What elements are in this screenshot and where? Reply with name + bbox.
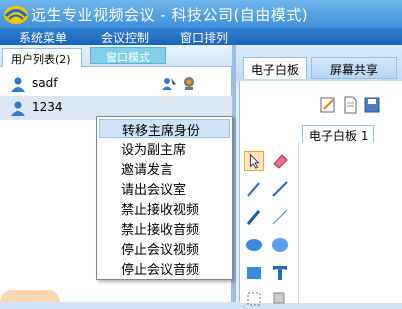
menu-bar: 系统菜单 会议控制 窗口排列 bbox=[0, 28, 402, 45]
user-icon bbox=[11, 77, 25, 92]
decorative-shape bbox=[0, 290, 60, 302]
menu-item-block-audio[interactable]: 禁止接收音频 bbox=[99, 219, 230, 238]
app-logo-icon bbox=[4, 6, 28, 24]
menu-system[interactable]: 系统菜单 bbox=[19, 29, 67, 46]
user-row[interactable]: sadf bbox=[0, 72, 232, 96]
title-bar: 远生专业视频会议 - 科技公司(自由模式) bbox=[0, 0, 402, 28]
camera-icon[interactable] bbox=[181, 75, 197, 91]
menu-item-block-video[interactable]: 禁止接收视频 bbox=[99, 199, 230, 218]
brush-icon[interactable] bbox=[244, 207, 264, 227]
whiteboard-canvas[interactable] bbox=[298, 143, 402, 303]
menu-item-stop-meeting-video[interactable]: 停止会议视频 bbox=[99, 239, 230, 258]
user-name: sadf bbox=[32, 76, 58, 90]
menu-item-remove-from-room[interactable]: 请出会议室 bbox=[99, 179, 230, 198]
tab-window-mode[interactable]: 窗口模式 bbox=[90, 47, 166, 64]
right-panel-tabs: 电子白板 屏幕共享 bbox=[233, 45, 402, 81]
window-title: 远生专业视频会议 - 科技公司(自由模式) bbox=[31, 6, 309, 24]
left-panel-tabs: 用户列表(2) 窗口模式 bbox=[0, 45, 232, 67]
crop-icon[interactable] bbox=[244, 289, 264, 309]
menu-window-arrange[interactable]: 窗口排列 bbox=[180, 29, 228, 46]
user-context-menu: 转移主席身份 设为副主席 邀请发言 请出会议室 禁止接收视频 禁止接收音频 停止… bbox=[96, 116, 233, 280]
rectangle-icon[interactable] bbox=[244, 263, 264, 283]
pointer-icon[interactable] bbox=[244, 151, 264, 171]
menu-meeting-control[interactable]: 会议控制 bbox=[101, 29, 149, 46]
ellipse-filled-icon[interactable] bbox=[244, 235, 264, 255]
tab-whiteboard[interactable]: 电子白板 bbox=[243, 57, 307, 79]
new-doc-icon[interactable] bbox=[340, 95, 360, 115]
pen-icon[interactable] bbox=[244, 179, 264, 199]
user-name: 1234 bbox=[32, 100, 63, 114]
save-icon[interactable] bbox=[362, 95, 382, 115]
text-tool-icon[interactable] bbox=[270, 263, 290, 283]
thin-line-icon[interactable] bbox=[270, 207, 290, 227]
tab-whiteboard-1[interactable]: 电子白板 1 bbox=[302, 125, 374, 143]
layer-icon[interactable] bbox=[270, 289, 290, 309]
menu-item-transfer-chair[interactable]: 转移主席身份 bbox=[99, 119, 230, 139]
tab-user-list[interactable]: 用户列表(2) bbox=[2, 48, 82, 67]
whiteboard-panel: 电子白板 屏幕共享 电子白板 1 bbox=[233, 45, 402, 306]
drawing-tools bbox=[240, 143, 298, 306]
speaker-user-icon[interactable] bbox=[161, 75, 177, 91]
whiteboard-body: 电子白板 1 bbox=[239, 81, 402, 306]
ellipse-icon[interactable] bbox=[270, 235, 290, 255]
menu-item-set-vice-chair[interactable]: 设为副主席 bbox=[99, 139, 230, 158]
eraser-icon[interactable] bbox=[270, 151, 290, 171]
menu-item-invite-speak[interactable]: 邀请发言 bbox=[99, 159, 230, 178]
line-icon[interactable] bbox=[270, 179, 290, 199]
edit-doc-icon[interactable] bbox=[318, 95, 338, 115]
user-icon bbox=[11, 101, 25, 116]
menu-item-stop-meeting-audio[interactable]: 停止会议音频 bbox=[99, 259, 230, 278]
tab-screen-share[interactable]: 屏幕共享 bbox=[311, 57, 397, 79]
